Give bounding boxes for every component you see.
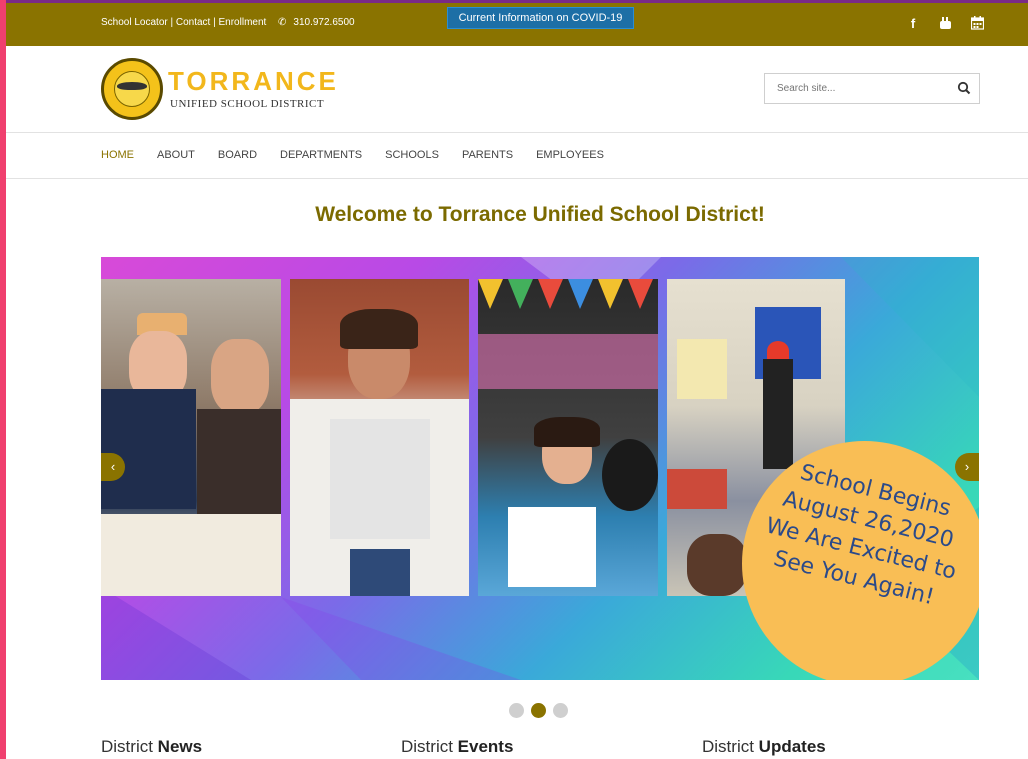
link-separator: | (167, 17, 176, 28)
nav-employees[interactable]: EMPLOYEES (536, 149, 604, 161)
link-separator: | (210, 17, 219, 28)
school-locator-link[interactable]: School Locator (101, 17, 168, 28)
slider-dot-3[interactable] (553, 703, 568, 718)
nav-home[interactable]: HOME (101, 149, 134, 161)
search-input[interactable] (765, 74, 945, 103)
slide-photo-teacher (290, 279, 469, 596)
search-icon[interactable] (957, 81, 971, 95)
nav-parents[interactable]: PARENTS (462, 149, 513, 161)
district-news-heading: District News (101, 737, 202, 757)
hero-slider: School Begins August 26,2020 We Are Exci… (101, 257, 979, 680)
slide-photo-kindergarten (478, 279, 658, 596)
contact-link[interactable]: Contact (176, 17, 210, 28)
heading-prefix: District (702, 737, 759, 756)
site-header: TORRANCE UNIFIED SCHOOL DISTRICT (6, 46, 1028, 132)
enrollment-link[interactable]: Enrollment (219, 17, 267, 28)
calendar-icon[interactable] (970, 16, 984, 33)
heading-prefix: District (101, 737, 158, 756)
heading-bold: Events (457, 737, 514, 756)
slider-next-button[interactable]: › (955, 453, 979, 481)
covid-info-button[interactable]: Current Information on COVID-19 (447, 7, 634, 29)
facebook-icon[interactable]: f (906, 16, 920, 33)
top-utility-bar: School Locator | Contact | Enrollment ✆ 3… (6, 0, 1028, 46)
heading-bold: Updates (758, 737, 826, 756)
logo-title[interactable]: TORRANCE (168, 66, 339, 97)
district-events-heading: District Events (401, 737, 513, 757)
main-navigation: HOME ABOUT BOARD DEPARTMENTS SCHOOLS PAR… (6, 132, 1028, 179)
phone-text: 310.972.6500 (293, 17, 355, 28)
heading-bold: News (157, 737, 203, 756)
youtube-icon[interactable] (938, 16, 952, 33)
window-edge (0, 0, 6, 759)
slider-dot-1[interactable] (509, 703, 524, 718)
nav-board[interactable]: BOARD (218, 149, 257, 161)
search-box (764, 73, 980, 104)
social-icons: f (906, 16, 984, 33)
welcome-heading: Welcome to Torrance Unified School Distr… (315, 203, 765, 226)
logo-subtitle: UNIFIED SCHOOL DISTRICT (170, 98, 325, 110)
nav-about[interactable]: ABOUT (157, 149, 195, 161)
phone-number[interactable]: ✆ 310.972.6500 (278, 17, 355, 28)
slider-pagination (509, 703, 568, 718)
heading-prefix: District (401, 737, 458, 756)
utility-links: School Locator | Contact | Enrollment (101, 17, 266, 28)
slide-photo-students (101, 279, 281, 596)
district-seal-logo[interactable] (101, 58, 163, 120)
nav-departments[interactable]: DEPARTMENTS (280, 149, 362, 161)
district-updates-heading: District Updates (702, 737, 826, 757)
seal-bird (117, 82, 147, 90)
nav-schools[interactable]: SCHOOLS (385, 149, 439, 161)
slider-dot-2[interactable] (531, 703, 546, 718)
phone-icon: ✆ (278, 17, 287, 28)
